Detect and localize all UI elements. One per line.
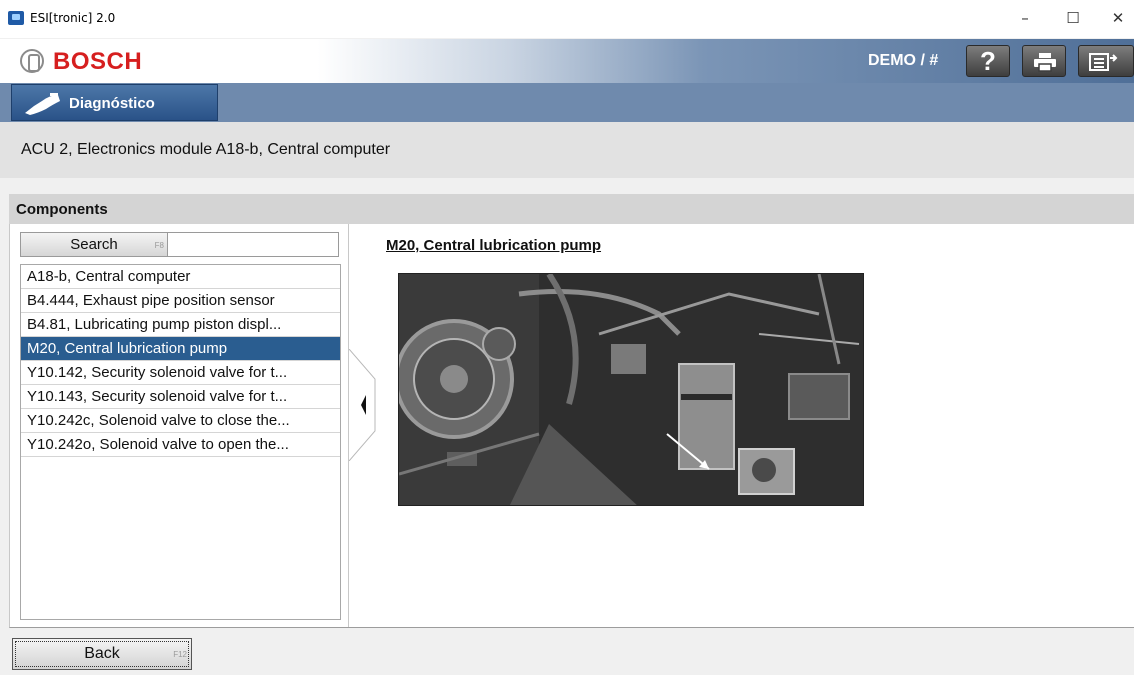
tab-diagnostico[interactable]: Diagnóstico — [11, 84, 218, 121]
print-icon — [1034, 53, 1056, 72]
search-button-label: Search — [70, 236, 118, 253]
detail-panel: M20, Central lubrication pump — [350, 224, 1134, 627]
back-button-label: Back — [84, 645, 120, 662]
component-list-item[interactable]: M20, Central lubrication pump — [21, 337, 340, 361]
breadcrumb: ACU 2, Electronics module A18-b, Central… — [0, 122, 1134, 178]
export-icon — [1089, 53, 1118, 71]
app-window: ESI[tronic] 2.0 – ☐ ✕ BOSCH DEMO / # ? D… — [0, 0, 1134, 675]
breadcrumb-text: ACU 2, Electronics module A18-b, Central… — [21, 141, 391, 158]
brand-name: BOSCH — [53, 48, 143, 75]
back-button[interactable]: Back F12 — [12, 638, 192, 670]
search-input[interactable] — [167, 232, 339, 257]
components-header: Components — [9, 194, 1134, 224]
minimize-button[interactable]: – — [1010, 6, 1040, 30]
user-label: DEMO / # — [868, 52, 939, 69]
close-button[interactable]: ✕ — [1103, 6, 1133, 30]
search-fkey-label: F8 — [154, 241, 164, 250]
bosch-logo-icon — [20, 49, 44, 73]
maximize-button[interactable]: ☐ — [1058, 6, 1088, 30]
export-button[interactable] — [1078, 45, 1134, 77]
content-panel: Search F8 A18-b, Central computer B4.444,… — [9, 224, 1134, 628]
tab-diagnostico-label: Diagnóstico — [69, 95, 155, 112]
title-bar: ESI[tronic] 2.0 – ☐ ✕ — [0, 0, 1134, 38]
component-photo — [398, 273, 864, 506]
help-icon: ? — [980, 46, 996, 76]
component-list-item[interactable]: B4.444, Exhaust pipe position sensor — [21, 289, 340, 313]
diagnostic-plug-icon — [25, 93, 60, 115]
components-panel: Search F8 A18-b, Central computer B4.444,… — [10, 224, 349, 627]
search-button[interactable]: Search F8 — [20, 232, 168, 257]
component-list[interactable]: A18-b, Central computer B4.444, Exhaust p… — [20, 264, 341, 620]
brand-header: BOSCH DEMO / # ? — [0, 39, 1134, 83]
app-icon — [8, 11, 24, 25]
component-list-item[interactable]: B4.81, Lubricating pump piston displ... — [21, 313, 340, 337]
component-list-item[interactable]: A18-b, Central computer — [21, 265, 340, 289]
nav-bar: Diagnóstico — [0, 83, 1134, 122]
back-fkey-label: F12 — [173, 650, 187, 659]
component-list-item[interactable]: Y10.142, Security solenoid valve for t..… — [21, 361, 340, 385]
component-photo-image — [399, 274, 863, 505]
component-list-item[interactable]: Y10.143, Security solenoid valve for t..… — [21, 385, 340, 409]
components-title: Components — [16, 201, 108, 218]
help-button[interactable]: ? — [966, 45, 1010, 77]
detail-title: M20, Central lubrication pump — [386, 237, 602, 254]
print-button[interactable] — [1022, 45, 1066, 77]
component-list-item[interactable]: Y10.242o, Solenoid valve to open the... — [21, 433, 340, 457]
component-list-item[interactable]: Y10.242c, Solenoid valve to close the... — [21, 409, 340, 433]
window-title: ESI[tronic] 2.0 — [30, 11, 116, 25]
